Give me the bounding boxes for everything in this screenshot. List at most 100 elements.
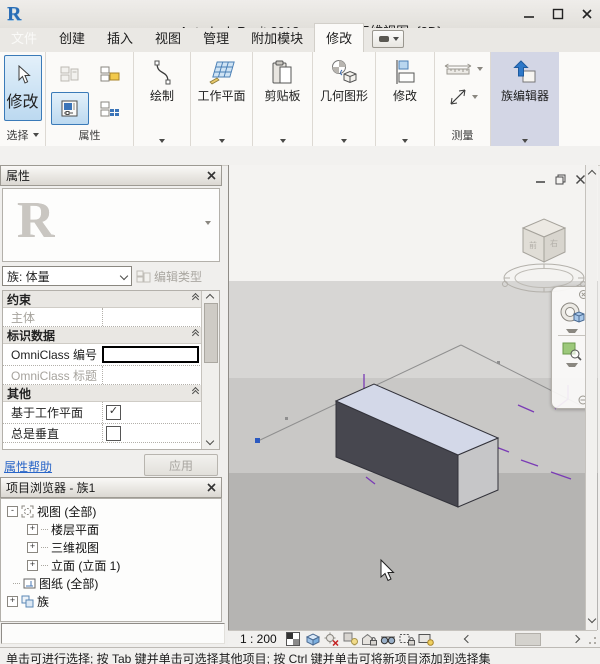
maximize-button[interactable] bbox=[550, 6, 565, 21]
family-editor-button[interactable]: 族编辑器 bbox=[501, 55, 549, 104]
vertical-scrollbar[interactable] bbox=[585, 165, 597, 630]
tab-create[interactable]: 创建 bbox=[48, 24, 96, 52]
tree-item-families[interactable]: + 族 bbox=[1, 592, 221, 610]
tree-item-views[interactable]: - 视图 (全部) bbox=[1, 502, 221, 520]
doc-minimize-icon[interactable] bbox=[535, 174, 546, 185]
visual-style-button[interactable] bbox=[304, 632, 321, 647]
type-selector[interactable]: 族: 体量 bbox=[2, 266, 132, 286]
draw-button[interactable]: 绘制 bbox=[150, 55, 174, 104]
properties-panel-label[interactable]: 属性 bbox=[46, 125, 133, 145]
family-category-button[interactable] bbox=[91, 57, 129, 90]
family-editor-button-label: 族编辑器 bbox=[501, 87, 549, 104]
group-identity-data[interactable]: 标识数据 bbox=[3, 327, 202, 344]
tree-item-elevations[interactable]: + 立面 (立面 1) bbox=[1, 556, 221, 574]
group-other[interactable]: 其他 bbox=[3, 385, 202, 402]
properties-palette: 属性 R 族: 体量 编辑类型 约束 bbox=[0, 165, 222, 477]
row-omniclass-title[interactable]: OmniClass 标题 bbox=[3, 366, 202, 385]
family-editor-panel-label[interactable] bbox=[491, 137, 559, 145]
modify-tool-button[interactable]: 修改 bbox=[4, 55, 42, 121]
geometry-panel-label[interactable] bbox=[313, 137, 375, 145]
work-plane-based-checkbox[interactable]: ✓ bbox=[106, 405, 121, 420]
expand-expander[interactable]: + bbox=[27, 560, 38, 571]
view-scale-button[interactable]: 1 : 200 bbox=[240, 632, 277, 646]
wheel-dropdown-arrow-icon[interactable] bbox=[566, 329, 578, 333]
host-label: 主体 bbox=[3, 309, 102, 326]
expand-expander[interactable]: + bbox=[27, 524, 38, 535]
measure-panel-label[interactable]: 测量 bbox=[435, 125, 490, 145]
zoom-dropdown-arrow-icon[interactable] bbox=[566, 363, 578, 367]
clipboard-panel-label[interactable] bbox=[253, 137, 312, 145]
tree-item-sheets[interactable]: 图纸 (全部) bbox=[1, 574, 221, 592]
project-browser-close-button[interactable] bbox=[207, 483, 216, 492]
row-always-vertical[interactable]: 总是垂直 bbox=[3, 424, 202, 443]
measure-ruler-button[interactable] bbox=[440, 55, 486, 83]
work-plane-button[interactable]: 工作平面 bbox=[197, 55, 245, 104]
resize-grip[interactable] bbox=[585, 633, 597, 645]
work-plane-panel-label[interactable] bbox=[191, 137, 252, 145]
crop-region-button[interactable] bbox=[399, 632, 416, 647]
hscroll-track[interactable] bbox=[479, 633, 565, 646]
scroll-down-icon[interactable] bbox=[206, 437, 214, 445]
scroll-up-icon[interactable] bbox=[588, 170, 596, 178]
scrollbar-thumb[interactable] bbox=[204, 303, 218, 363]
properties-palette-toggle[interactable] bbox=[51, 92, 89, 125]
zoom-button[interactable] bbox=[562, 341, 582, 361]
tab-addins[interactable]: 附加模块 bbox=[240, 24, 314, 52]
modify-tools-button[interactable]: 修改 bbox=[393, 55, 417, 104]
minimize-button[interactable] bbox=[521, 6, 536, 21]
tree-item-floor-plans[interactable]: + 楼层平面 bbox=[1, 520, 221, 538]
project-browser-header[interactable]: 项目浏览器 - 族1 bbox=[0, 477, 222, 498]
always-vertical-checkbox[interactable] bbox=[106, 426, 121, 441]
scroll-right-icon[interactable] bbox=[572, 635, 580, 643]
reveal-hidden-elements-button[interactable] bbox=[418, 632, 435, 647]
temporary-hide-isolate-button[interactable] bbox=[380, 632, 397, 647]
collapse-expander[interactable]: - bbox=[7, 506, 18, 517]
locked-3d-view-button[interactable] bbox=[361, 632, 378, 647]
measure-diagonal-button[interactable] bbox=[440, 83, 486, 111]
row-work-plane-based[interactable]: 基于工作平面 ✓ bbox=[3, 402, 202, 424]
ribbon-display-toggle[interactable] bbox=[372, 30, 404, 48]
elevation-marker[interactable] bbox=[497, 361, 500, 364]
group-constraints[interactable]: 约束 bbox=[3, 291, 202, 308]
select-panel-label[interactable]: 选择 bbox=[0, 125, 45, 145]
tree-item-3d-views[interactable]: + 三维视图 bbox=[1, 538, 221, 556]
hscroll-thumb[interactable] bbox=[515, 633, 541, 646]
omniclass-number-input[interactable] bbox=[102, 346, 199, 363]
steering-wheel-button[interactable] bbox=[559, 301, 585, 327]
clipboard-button[interactable]: 剪贴板 bbox=[264, 55, 300, 104]
row-omniclass-number[interactable]: OmniClass 编号 bbox=[3, 344, 202, 366]
spline-icon bbox=[150, 59, 174, 85]
properties-scrollbar[interactable] bbox=[201, 291, 219, 449]
scroll-down-icon[interactable] bbox=[588, 615, 596, 623]
doc-restore-icon[interactable] bbox=[555, 174, 566, 185]
properties-help-link[interactable]: 属性帮助 bbox=[4, 458, 52, 475]
elevation-marker[interactable] bbox=[285, 417, 288, 420]
horizontal-scrollbar[interactable] bbox=[465, 633, 597, 646]
reveal-hidden-icon bbox=[418, 633, 434, 646]
drawing-area[interactable]: 前 右 bbox=[228, 165, 597, 630]
geometry-button[interactable]: 几何图形 bbox=[320, 55, 368, 104]
tab-manage[interactable]: 管理 bbox=[192, 24, 240, 52]
row-host[interactable]: 主体 bbox=[3, 308, 202, 327]
apply-button[interactable]: 应用 bbox=[144, 454, 218, 476]
origin-point[interactable] bbox=[255, 438, 260, 443]
draw-panel-label[interactable] bbox=[134, 137, 190, 145]
modify-panel-label[interactable] bbox=[376, 137, 434, 145]
shadows-button[interactable] bbox=[342, 632, 359, 647]
scroll-up-icon[interactable] bbox=[206, 294, 214, 302]
expand-expander[interactable]: + bbox=[27, 542, 38, 553]
edit-type-button[interactable]: 编辑类型 bbox=[136, 268, 202, 285]
close-button[interactable] bbox=[579, 6, 594, 21]
tab-view[interactable]: 视图 bbox=[144, 24, 192, 52]
ui-tiles-button[interactable] bbox=[91, 92, 129, 125]
properties-close-button[interactable] bbox=[207, 171, 216, 180]
scroll-left-icon[interactable] bbox=[464, 635, 472, 643]
sun-path-button[interactable] bbox=[323, 632, 340, 647]
family-types-button[interactable] bbox=[51, 57, 89, 90]
detail-level-button[interactable] bbox=[285, 632, 302, 647]
expand-expander[interactable]: + bbox=[7, 596, 18, 607]
tab-insert[interactable]: 插入 bbox=[96, 24, 144, 52]
tab-file[interactable]: 文件 bbox=[0, 24, 48, 52]
properties-palette-header[interactable]: 属性 bbox=[0, 165, 222, 186]
tab-modify[interactable]: 修改 bbox=[314, 23, 364, 52]
